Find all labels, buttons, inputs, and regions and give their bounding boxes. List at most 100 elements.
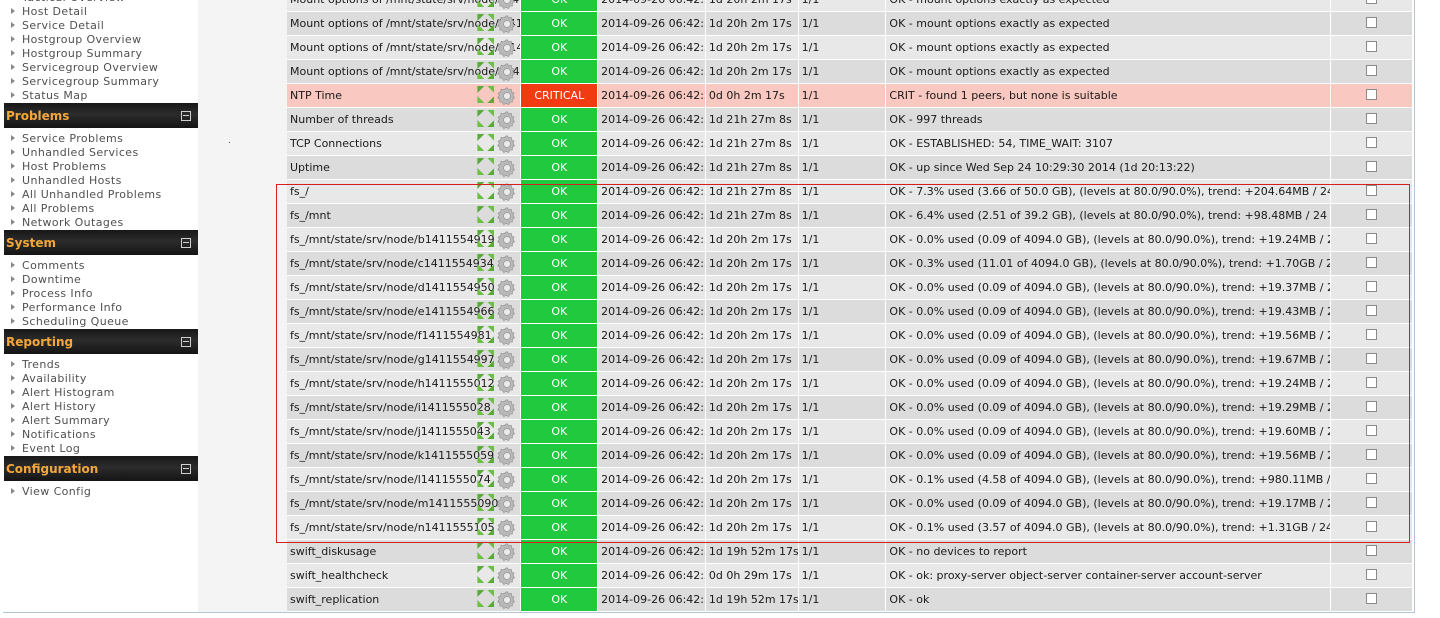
gear-icon[interactable]	[497, 110, 517, 130]
gear-icon[interactable]	[497, 278, 517, 298]
sidebar-item-alert-history[interactable]: Alert History	[4, 400, 198, 414]
gear-icon[interactable]	[497, 590, 517, 610]
row-checkbox[interactable]	[1365, 473, 1377, 484]
graph-arrows-icon[interactable]	[477, 422, 497, 442]
service-name-link[interactable]: swift_diskusage	[290, 545, 376, 558]
service-name-link[interactable]: fs_/mnt/state/srv/node/b1411554919	[290, 233, 495, 246]
gear-icon[interactable]	[497, 350, 517, 370]
gear-icon[interactable]	[497, 494, 517, 514]
row-checkbox[interactable]	[1365, 161, 1377, 172]
row-checkbox[interactable]	[1365, 233, 1377, 244]
row-checkbox[interactable]	[1365, 329, 1377, 340]
graph-arrows-icon[interactable]	[477, 470, 497, 490]
gear-icon[interactable]	[497, 134, 517, 154]
row-checkbox[interactable]	[1365, 593, 1377, 604]
row-checkbox[interactable]	[1365, 353, 1377, 364]
gear-icon[interactable]	[497, 38, 517, 58]
section-header-reporting[interactable]: Reporting	[4, 329, 198, 354]
sidebar-item-alert-summary[interactable]: Alert Summary	[4, 414, 198, 428]
gear-icon[interactable]	[497, 182, 517, 202]
sidebar-item-status-map[interactable]: Status Map	[4, 89, 198, 103]
gear-icon[interactable]	[497, 326, 517, 346]
sidebar-item-performance-info[interactable]: Performance Info	[4, 301, 198, 315]
row-checkbox[interactable]	[1365, 89, 1377, 100]
graph-arrows-icon[interactable]	[477, 206, 497, 226]
row-checkbox[interactable]	[1365, 305, 1377, 316]
gear-icon[interactable]	[497, 542, 517, 562]
row-checkbox[interactable]	[1365, 545, 1377, 556]
graph-arrows-icon[interactable]	[477, 398, 497, 418]
graph-arrows-icon[interactable]	[477, 254, 497, 274]
row-checkbox[interactable]	[1365, 497, 1377, 508]
sidebar-item-scheduling-queue[interactable]: Scheduling Queue	[4, 315, 198, 329]
sidebar-item-alert-histogram[interactable]: Alert Histogram	[4, 386, 198, 400]
collapse-icon[interactable]	[181, 337, 191, 347]
gear-icon[interactable]	[497, 374, 517, 394]
sidebar-item-event-log[interactable]: Event Log	[4, 442, 198, 456]
sidebar-item-hostgroup-summary[interactable]: Hostgroup Summary	[4, 47, 198, 61]
gear-icon[interactable]	[497, 446, 517, 466]
graph-arrows-icon[interactable]	[477, 182, 497, 202]
sidebar-item-availability[interactable]: Availability	[4, 372, 198, 386]
service-name-link[interactable]: fs_/mnt/state/srv/node/h1411555012	[290, 377, 495, 390]
section-header-system[interactable]: System	[4, 230, 198, 255]
sidebar-item-all-unhandled-problems[interactable]: All Unhandled Problems	[4, 188, 198, 202]
graph-arrows-icon[interactable]	[477, 230, 497, 250]
row-checkbox[interactable]	[1365, 569, 1377, 580]
collapse-icon[interactable]	[181, 111, 191, 121]
collapse-icon[interactable]	[181, 464, 191, 474]
sidebar-item-downtime[interactable]: Downtime	[4, 273, 198, 287]
gear-icon[interactable]	[497, 230, 517, 250]
graph-arrows-icon[interactable]	[477, 518, 497, 538]
sidebar-item-host-detail[interactable]: Host Detail	[4, 5, 198, 19]
service-name-link[interactable]: fs_/mnt/state/srv/node/n1411555105	[290, 521, 495, 534]
gear-icon[interactable]	[497, 518, 517, 538]
row-checkbox[interactable]	[1365, 113, 1377, 124]
sidebar-item-unhandled-services[interactable]: Unhandled Services	[4, 146, 198, 160]
sidebar-item-view-config[interactable]: View Config	[4, 485, 198, 499]
row-checkbox[interactable]	[1365, 41, 1377, 52]
sidebar-item-network-outages[interactable]: Network Outages	[4, 216, 198, 230]
gear-icon[interactable]	[497, 566, 517, 586]
graph-arrows-icon[interactable]	[477, 158, 497, 178]
sidebar-item-trends[interactable]: Trends	[4, 358, 198, 372]
row-checkbox[interactable]	[1365, 0, 1377, 4]
service-name-link[interactable]: swift_healthcheck	[290, 569, 388, 582]
row-checkbox[interactable]	[1365, 401, 1377, 412]
graph-arrows-icon[interactable]	[477, 62, 497, 82]
graph-arrows-icon[interactable]	[477, 350, 497, 370]
graph-arrows-icon[interactable]	[477, 542, 497, 562]
service-name-link[interactable]: fs_/mnt/state/srv/node/j1411555043	[290, 425, 491, 438]
service-name-link[interactable]: TCP Connections	[290, 137, 382, 150]
section-header-configuration[interactable]: Configuration	[4, 456, 198, 481]
sidebar-item-unhandled-hosts[interactable]: Unhandled Hosts	[4, 174, 198, 188]
service-name-link[interactable]: swift_replication	[290, 593, 379, 606]
row-checkbox[interactable]	[1365, 185, 1377, 196]
sidebar-item-service-detail[interactable]: Service Detail	[4, 19, 198, 33]
service-name-link[interactable]: NTP Time	[290, 89, 342, 102]
sidebar-item-process-info[interactable]: Process Info	[4, 287, 198, 301]
gear-icon[interactable]	[497, 302, 517, 322]
graph-arrows-icon[interactable]	[477, 14, 497, 34]
row-checkbox[interactable]	[1365, 281, 1377, 292]
row-checkbox[interactable]	[1365, 17, 1377, 28]
service-name-link[interactable]: fs_/mnt/state/srv/node/f1411554981	[290, 329, 492, 342]
gear-icon[interactable]	[497, 206, 517, 226]
graph-arrows-icon[interactable]	[477, 110, 497, 130]
graph-arrows-icon[interactable]	[477, 494, 497, 514]
graph-arrows-icon[interactable]	[477, 278, 497, 298]
gear-icon[interactable]	[497, 254, 517, 274]
graph-arrows-icon[interactable]	[477, 374, 497, 394]
graph-arrows-icon[interactable]	[477, 302, 497, 322]
row-checkbox[interactable]	[1365, 137, 1377, 148]
sidebar-item-servicegroup-summary[interactable]: Servicegroup Summary	[4, 75, 198, 89]
service-name-link[interactable]: fs_/mnt/state/srv/node/c1411554934	[290, 257, 494, 270]
graph-arrows-icon[interactable]	[477, 446, 497, 466]
service-name-link[interactable]: fs_/mnt/state/srv/node/k1411555059	[290, 449, 494, 462]
row-checkbox[interactable]	[1365, 521, 1377, 532]
graph-arrows-icon[interactable]	[477, 326, 497, 346]
row-checkbox[interactable]	[1365, 65, 1377, 76]
service-name-link[interactable]: fs_/mnt	[290, 209, 331, 222]
row-checkbox[interactable]	[1365, 425, 1377, 436]
graph-arrows-icon[interactable]	[477, 134, 497, 154]
